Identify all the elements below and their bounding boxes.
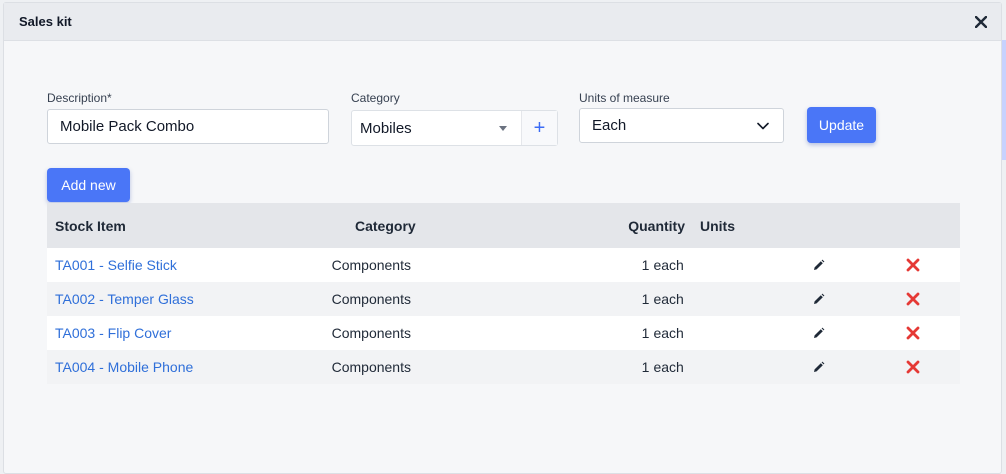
stock-item-link[interactable]: TA001 - Selfie Stick — [55, 257, 177, 273]
edit-pencil-icon[interactable] — [809, 323, 829, 343]
row-units: each — [653, 257, 684, 273]
stock-item-link[interactable]: TA004 - Mobile Phone — [55, 359, 193, 375]
delete-x-icon[interactable] — [903, 323, 923, 343]
delete-x-icon[interactable] — [903, 255, 923, 275]
category-select-value: Mobiles — [360, 119, 412, 137]
caret-down-icon — [499, 125, 507, 131]
edit-pencil-icon[interactable] — [809, 255, 829, 275]
header-quantity: Quantity — [628, 217, 685, 234]
row-category: Components — [331, 325, 411, 341]
chevron-down-icon — [757, 117, 769, 134]
row-units: each — [653, 359, 684, 375]
table-row: TA004 - Mobile Phone Components 1 each — [47, 350, 960, 384]
delete-x-icon[interactable] — [903, 357, 923, 377]
table-row: TA002 - Temper Glass Components 1 each — [47, 282, 960, 316]
row-units: each — [653, 325, 684, 341]
category-label: Category — [351, 91, 400, 105]
edit-pencil-icon[interactable] — [809, 289, 829, 309]
units-select-value: Each — [592, 117, 627, 134]
add-category-button[interactable]: + — [521, 111, 557, 145]
modal-title: Sales kit — [19, 14, 72, 29]
table-header: Stock Item Category Quantity Units — [47, 203, 960, 248]
row-quantity: 1 — [641, 291, 650, 307]
description-input[interactable] — [47, 109, 329, 144]
stock-item-link[interactable]: TA002 - Temper Glass — [55, 291, 194, 307]
row-category: Components — [331, 257, 411, 273]
row-units: each — [653, 291, 684, 307]
row-quantity: 1 — [641, 325, 650, 341]
row-quantity: 1 — [641, 257, 650, 273]
delete-x-icon[interactable] — [903, 289, 923, 309]
table-row: TA001 - Selfie Stick Components 1 each — [47, 248, 960, 282]
add-new-button[interactable]: Add new — [47, 168, 130, 202]
description-label: Description* — [47, 91, 112, 105]
sales-kit-modal: Sales kit Description* Category Mobiles … — [3, 2, 1002, 474]
table-row: TA003 - Flip Cover Components 1 each — [47, 316, 960, 350]
row-quantity: 1 — [641, 359, 650, 375]
stock-items-table: Stock Item Category Quantity Units TA001… — [47, 203, 960, 384]
row-category: Components — [331, 291, 411, 307]
row-category: Components — [331, 359, 411, 375]
stock-item-link[interactable]: TA003 - Flip Cover — [55, 325, 171, 341]
units-select[interactable]: Each — [579, 108, 784, 143]
edit-pencil-icon[interactable] — [809, 357, 829, 377]
close-icon[interactable] — [971, 12, 991, 32]
update-button[interactable]: Update — [807, 107, 876, 143]
modal-header: Sales kit — [4, 3, 1001, 41]
header-units: Units — [700, 217, 735, 234]
header-stock-item: Stock Item — [55, 217, 126, 234]
header-category: Category — [355, 217, 416, 234]
category-select[interactable]: Mobiles + — [351, 110, 558, 146]
units-label: Units of measure — [579, 91, 670, 105]
background-page-edge — [1002, 40, 1006, 160]
